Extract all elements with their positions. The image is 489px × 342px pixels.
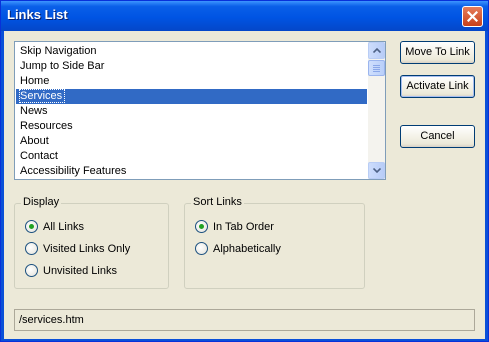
radio-selected-dot	[199, 224, 204, 229]
links-list-dialog: Links List Skip Navigation Jump to Side …	[0, 0, 489, 342]
list-item[interactable]: Skip Navigation	[16, 44, 367, 59]
radio-button[interactable]	[25, 264, 38, 277]
scroll-down-icon	[373, 168, 381, 173]
radio-button[interactable]	[25, 220, 38, 233]
sort-links-group: Sort Links In Tab Order Alphabetically	[184, 196, 365, 289]
list-item-label: Resources	[20, 120, 73, 132]
radio-button[interactable]	[195, 220, 208, 233]
radio-selected-dot	[29, 224, 34, 229]
cancel-button[interactable]: Cancel	[400, 125, 475, 148]
list-item-label: Skip Navigation	[20, 45, 97, 57]
window-title: Links List	[7, 7, 68, 22]
list-item-label: Accessibility Features	[20, 165, 127, 177]
list-item-label: About	[20, 135, 49, 147]
move-to-link-button[interactable]: Move To Link	[400, 41, 475, 64]
list-item[interactable]: About	[16, 134, 367, 149]
list-item[interactable]: Jump to Side Bar	[16, 59, 367, 74]
list-item[interactable]: News	[16, 104, 367, 119]
list-item[interactable]: Home	[16, 74, 367, 89]
scroll-down-button[interactable]	[368, 162, 385, 179]
scroll-up-button[interactable]	[368, 42, 385, 59]
radio-label: Alphabetically	[213, 243, 281, 255]
dialog-body: Skip Navigation Jump to Side Bar Home Se…	[4, 31, 485, 339]
display-group-label: Display	[21, 196, 62, 208]
list-item-label: Services	[18, 89, 66, 103]
list-item[interactable]: Contact	[16, 149, 367, 164]
links-listbox[interactable]: Skip Navigation Jump to Side Bar Home Se…	[14, 41, 386, 180]
list-item[interactable]: Resources	[16, 119, 367, 134]
scroll-thumb[interactable]	[368, 60, 385, 76]
radio-button[interactable]	[195, 242, 208, 255]
list-item[interactable]: Accessibility Features	[16, 164, 367, 179]
radio-button[interactable]	[25, 242, 38, 255]
radio-label: Visited Links Only	[43, 243, 131, 255]
link-url-status: /services.htm	[14, 309, 475, 331]
close-button[interactable]	[462, 6, 483, 27]
radio-label: In Tab Order	[213, 221, 274, 233]
list-item-selected[interactable]: Services	[16, 89, 367, 104]
title-bar[interactable]: Links List	[1, 1, 488, 31]
list-item-label: Jump to Side Bar	[20, 60, 105, 72]
radio-label: Unvisited Links	[43, 265, 117, 277]
activate-link-button[interactable]: Activate Link	[400, 75, 475, 98]
radio-label: All Links	[43, 221, 84, 233]
scroll-up-icon	[373, 48, 381, 53]
close-icon	[467, 11, 478, 22]
display-group: Display All Links Visited Links Only Unv…	[14, 196, 169, 289]
vertical-scrollbar[interactable]	[368, 42, 385, 179]
sort-group-label: Sort Links	[191, 196, 244, 208]
list-item-label: News	[20, 105, 48, 117]
list-item-label: Contact	[20, 150, 58, 162]
list-item-label: Home	[20, 75, 50, 87]
links-list: Skip Navigation Jump to Side Bar Home Se…	[16, 44, 367, 179]
